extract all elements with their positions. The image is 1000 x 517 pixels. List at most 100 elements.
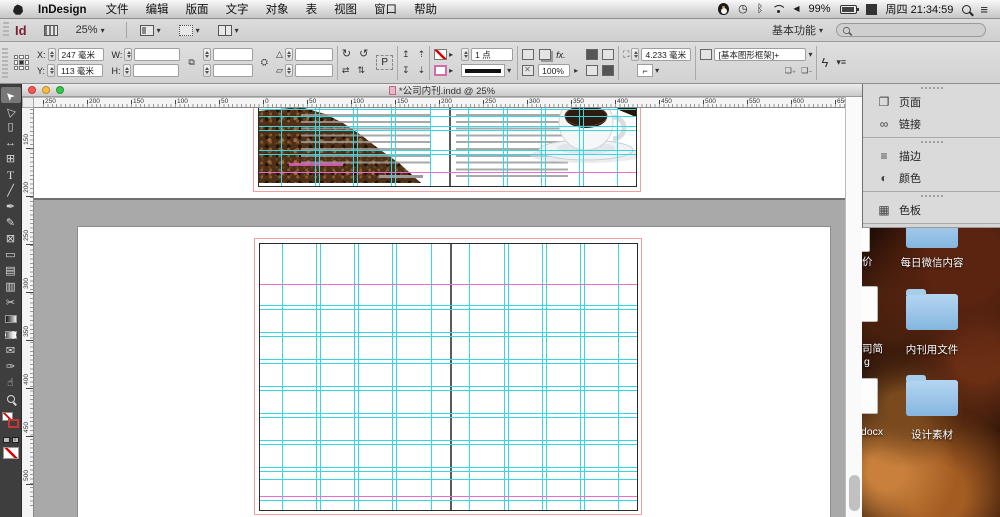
stroke-swatch[interactable] (8, 419, 19, 428)
desktop-file[interactable] (862, 228, 870, 252)
page-spread-2[interactable] (259, 243, 638, 511)
notification-center-icon[interactable]: ≡ (980, 3, 988, 16)
line-tool[interactable]: ╱ (1, 183, 21, 199)
drop-shadow-button[interactable] (539, 49, 551, 60)
workspace-switcher[interactable]: 基本功能 ▾ (767, 20, 828, 40)
pen-tool[interactable]: ✒ (1, 199, 21, 215)
rotation-field[interactable] (295, 48, 333, 61)
w-field[interactable] (134, 48, 180, 61)
vertical-ruler[interactable]: 150200250300350400450500 (22, 108, 34, 517)
corner-shape-dropdown[interactable]: ⌐ (637, 64, 653, 77)
wifi-icon[interactable] (772, 5, 784, 13)
control-panel-menu[interactable]: ▾≡ (832, 43, 850, 83)
input-method-icon[interactable]: ◀ (793, 5, 799, 13)
clear-override-icon[interactable]: ❏₋ (801, 66, 812, 75)
flip-vertical-button[interactable]: ⇅ (357, 66, 365, 75)
horizontal-ruler[interactable]: 2502001501005005010015020025030035040045… (34, 97, 845, 108)
selection-tool[interactable]: ➤ (1, 87, 21, 103)
panel-stroke[interactable]: ≡描边 (863, 145, 1000, 167)
desktop-folder[interactable] (906, 380, 958, 416)
menu-item-8[interactable]: 窗口 (374, 4, 397, 16)
style-override-icon[interactable]: ❏₊ (785, 66, 796, 75)
flip-horizontal-button[interactable]: ⇄ (342, 66, 350, 75)
menu-item-5[interactable]: 对象 (266, 4, 289, 16)
menu-item-1[interactable]: 文件 (106, 4, 129, 16)
spotlight-icon[interactable] (962, 5, 971, 14)
x-field[interactable]: 247 毫米 (58, 48, 104, 61)
desktop-folder[interactable] (906, 294, 958, 330)
w-stepper[interactable] (124, 48, 132, 61)
constrain-scale-link[interactable]: ⛭ (257, 43, 272, 83)
bluetooth-icon[interactable]: ᛒ (757, 4, 764, 15)
menubar-clock[interactable]: 周四 21:34:59 (886, 1, 954, 17)
eyedropper-tool[interactable]: ✑ (1, 359, 21, 375)
arrange-button-0[interactable]: ↥ (402, 50, 410, 59)
stroke-color-swatch[interactable] (434, 49, 447, 60)
arrange-documents-dropdown[interactable]: ▾ (213, 23, 244, 38)
view-options-dropdown[interactable]: ▾ (135, 23, 166, 38)
wrap-shape-button[interactable] (586, 65, 598, 76)
apply-none-button[interactable] (3, 447, 19, 459)
frame-tool[interactable]: ⊠ (1, 231, 21, 247)
zoom-level-dropdown[interactable]: 25% ▾ (71, 22, 110, 38)
menu-item-4[interactable]: 文字 (226, 4, 249, 16)
stroke-type-dropdown[interactable] (461, 64, 505, 77)
select-container-button[interactable]: P (372, 43, 397, 83)
layout-canvas[interactable] (34, 108, 845, 517)
y-field[interactable]: 113 毫米 (57, 64, 103, 77)
clock-icon[interactable]: ◷ (738, 4, 748, 15)
arrange-button-3[interactable]: ⇣ (418, 66, 426, 75)
menu-item-3[interactable]: 版面 (186, 4, 209, 16)
fill-stroke-proxy[interactable] (2, 412, 20, 434)
arrange-button-2[interactable]: ↧ (402, 66, 410, 75)
scale-y-field[interactable] (213, 64, 253, 77)
rotation-stepper[interactable] (285, 48, 293, 61)
gap-tool[interactable]: ↔ (1, 135, 21, 151)
opacity-field[interactable]: 100% (538, 64, 570, 77)
wrap-bounding-button[interactable] (602, 49, 614, 60)
quick-apply-button[interactable]: ϟ (817, 43, 832, 83)
panel-links[interactable]: ∞链接 (863, 113, 1000, 135)
shear-stepper[interactable] (285, 64, 293, 77)
corner-radius-field[interactable]: 4.233 毫米 (641, 48, 691, 61)
scale-y-stepper[interactable] (203, 64, 211, 77)
search-input[interactable] (836, 23, 986, 37)
hand-tool[interactable]: ☝ (1, 375, 21, 391)
note-tool[interactable]: ✉ (1, 343, 21, 359)
page-spread-1[interactable] (258, 108, 637, 187)
h-stepper[interactable] (123, 64, 131, 77)
formatting-affects-container-icon[interactable] (3, 437, 10, 443)
pencil-tool[interactable]: ✎ (1, 215, 21, 231)
gradient-swatch-tool[interactable] (1, 311, 21, 327)
desktop-file[interactable] (862, 378, 878, 414)
horizontal-grid-tool[interactable]: ▤ (1, 263, 21, 279)
scrollbar-thumb[interactable] (849, 475, 860, 511)
character-viewer-icon[interactable] (866, 4, 877, 15)
menu-item-2[interactable]: 编辑 (146, 4, 169, 16)
page-tool[interactable]: ▯ (1, 119, 21, 135)
qq-icon[interactable] (718, 3, 729, 15)
apple-menu-icon[interactable] (12, 3, 24, 15)
rotate-cw-button[interactable]: ↻ (342, 49, 351, 60)
fill-color-swatch[interactable] (434, 65, 447, 76)
y-stepper[interactable] (47, 64, 55, 77)
corner-radius-stepper[interactable] (631, 48, 639, 61)
x-stepper[interactable] (48, 48, 56, 61)
effects-button[interactable]: fx. (556, 50, 566, 60)
vertical-grid-tool[interactable]: ▥ (1, 279, 21, 295)
menu-item-indesign[interactable]: InDesign (38, 4, 87, 16)
wrap-none-button[interactable] (586, 49, 598, 60)
desktop-file[interactable] (862, 286, 878, 322)
flyout-icon[interactable]: ▸ (449, 66, 453, 75)
scale-x-stepper[interactable] (203, 48, 211, 61)
desktop-folder[interactable] (906, 228, 958, 248)
bridge-button[interactable] (39, 23, 63, 38)
panel-pages[interactable]: ❐页面 (863, 91, 1000, 113)
arrange-button-1[interactable]: ⇡ (418, 50, 426, 59)
menu-item-7[interactable]: 视图 (334, 4, 357, 16)
flyout-icon[interactable]: ▸ (449, 50, 453, 59)
reference-point-proxy[interactable] (10, 43, 33, 83)
menu-item-9[interactable]: 帮助 (414, 4, 437, 16)
scissors-tool[interactable]: ✂ (1, 295, 21, 311)
h-field[interactable] (133, 64, 179, 77)
